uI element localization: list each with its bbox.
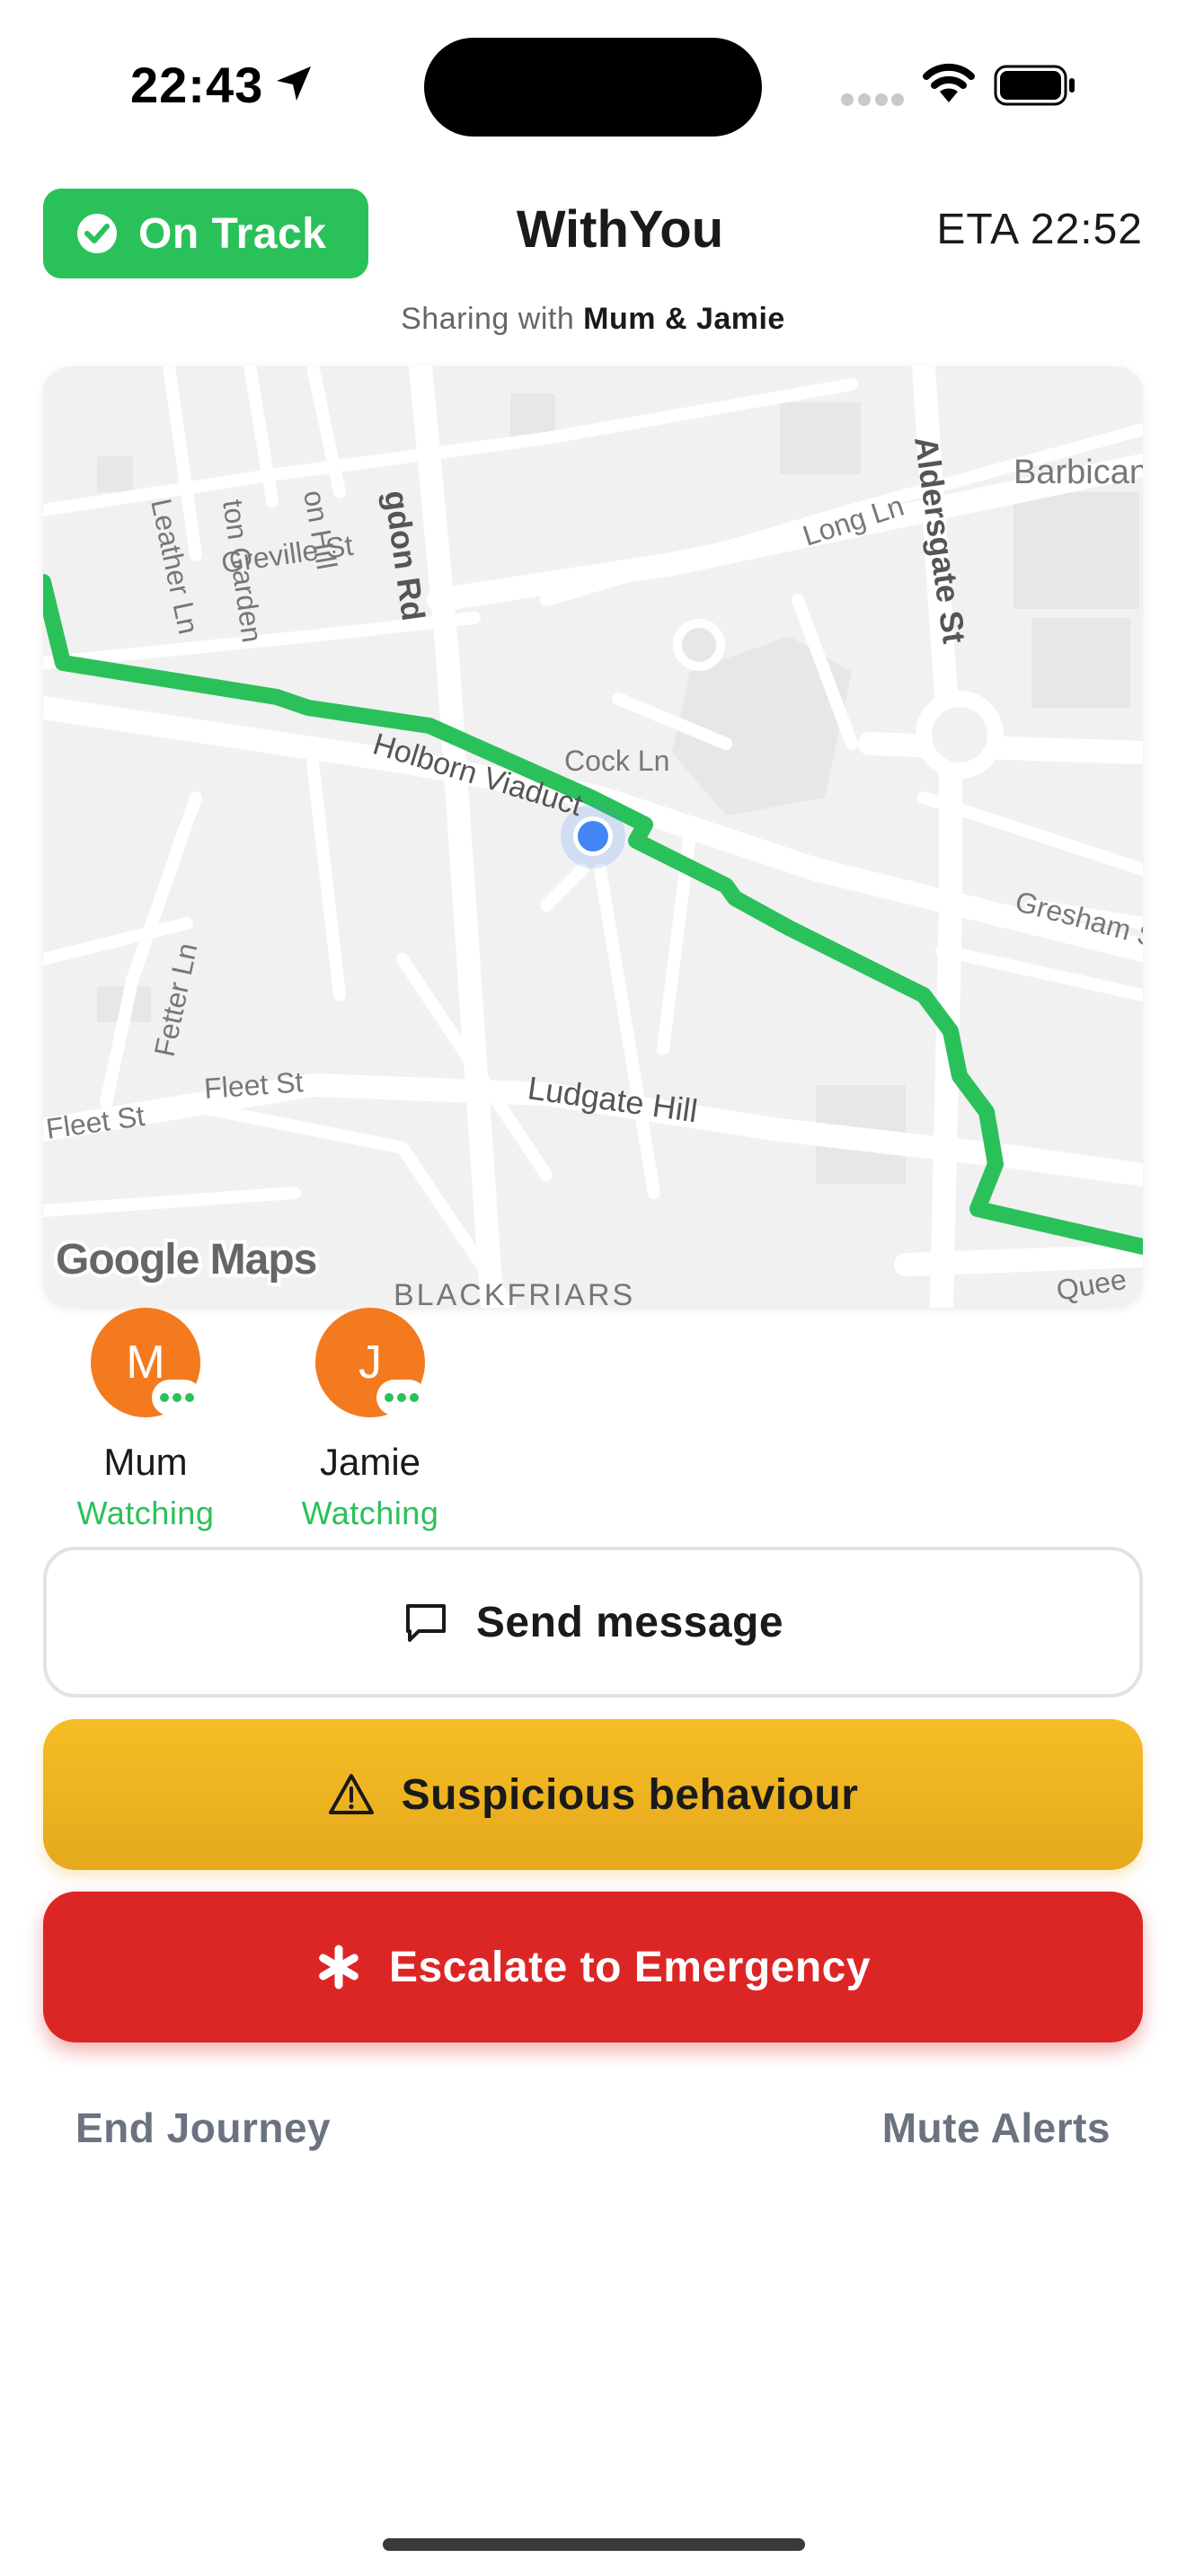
- send-message-button[interactable]: Send message: [43, 1547, 1143, 1698]
- route-map[interactable]: Leather Ln ton Garden on Hill gdon Rd Gr…: [43, 366, 1143, 1308]
- sharing-names: Mum & Jamie: [583, 302, 785, 336]
- battery-icon: [994, 65, 1075, 106]
- app-title: WithYou: [516, 200, 724, 259]
- watcher-name: Jamie: [319, 1441, 421, 1483]
- watcher-status: Watching: [301, 1495, 439, 1531]
- mute-alerts-link[interactable]: Mute Alerts: [882, 2104, 1111, 2152]
- wifi-icon: [923, 63, 975, 102]
- cellular-signal-icon: [841, 93, 904, 106]
- watcher-status: Watching: [76, 1495, 215, 1531]
- warning-triangle-icon: [328, 1774, 374, 1814]
- avatar: M: [91, 1308, 202, 1417]
- escalate-emergency-label: Escalate to Emergency: [388, 1943, 872, 1991]
- street-label: Cock Ln: [564, 745, 669, 777]
- end-journey-link[interactable]: End Journey: [75, 2104, 331, 2152]
- watcher-mum[interactable]: M Mum Watching: [56, 1308, 235, 1532]
- typing-indicator-icon: [376, 1380, 427, 1416]
- send-message-label: Send message: [475, 1598, 784, 1646]
- suspicious-behaviour-button[interactable]: Suspicious behaviour: [43, 1719, 1143, 1870]
- status-pill-label: On Track: [138, 209, 327, 258]
- dynamic-island: [424, 38, 762, 137]
- location-arrow-icon: [277, 66, 311, 101]
- check-circle-icon: [77, 214, 117, 253]
- on-track-status-pill[interactable]: On Track: [43, 189, 368, 278]
- google-maps-attribution: Google Maps: [56, 1236, 316, 1284]
- street-label: BLACKFRIARS: [394, 1278, 635, 1308]
- eta-label: ETA 22:52: [936, 206, 1143, 253]
- status-time: 22:43: [130, 57, 264, 113]
- street-label: Fleet St: [203, 1065, 305, 1105]
- suspicious-behaviour-label: Suspicious behaviour: [401, 1770, 859, 1819]
- avatar: J: [315, 1308, 427, 1417]
- home-indicator[interactable]: [383, 2538, 805, 2551]
- asterisk-icon: [319, 1945, 358, 1989]
- sharing-with-label: Sharing with Mum & Jamie: [401, 302, 785, 336]
- watcher-name: Mum: [103, 1441, 188, 1483]
- status-bar: 22:43: [0, 0, 1186, 171]
- typing-indicator-icon: [152, 1380, 202, 1416]
- escalate-emergency-button[interactable]: Escalate to Emergency: [43, 1892, 1143, 2042]
- street-label: Barbican: [1013, 454, 1143, 491]
- message-icon: [405, 1604, 446, 1642]
- watcher-jamie[interactable]: J Jamie Watching: [280, 1308, 460, 1532]
